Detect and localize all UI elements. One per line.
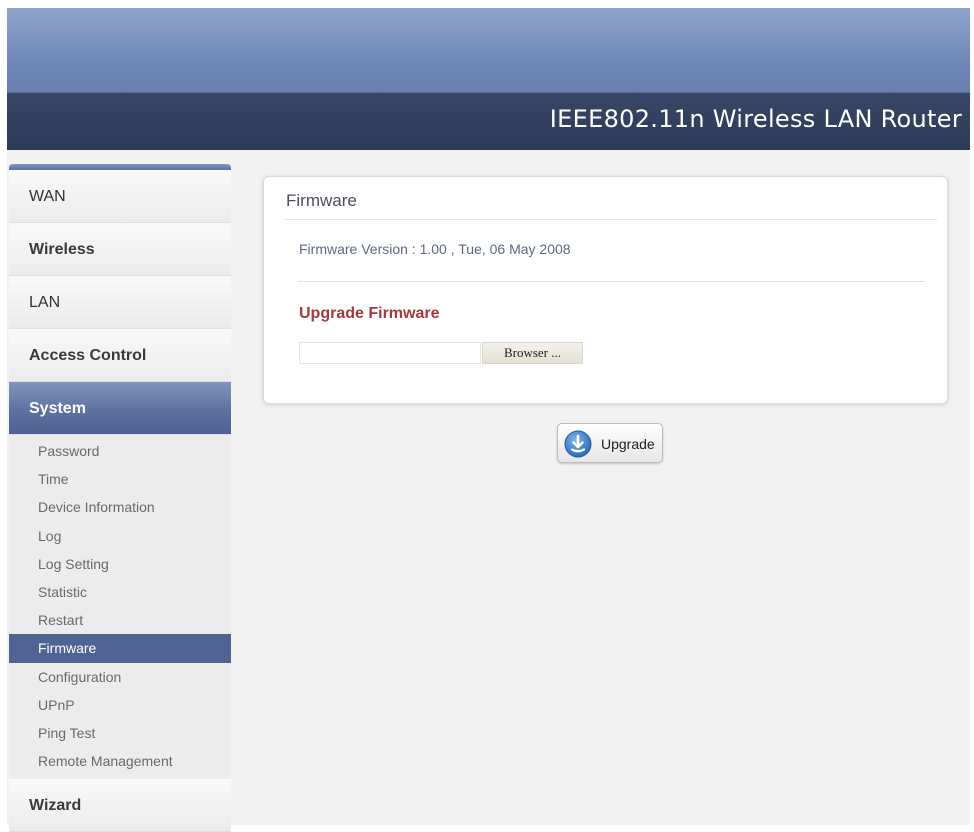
- submenu-item-log[interactable]: Log: [9, 522, 231, 550]
- submenu-item-remote-management[interactable]: Remote Management: [9, 747, 231, 775]
- download-arrow-icon: [564, 430, 592, 458]
- menu-item-wan[interactable]: WAN: [9, 170, 231, 223]
- divider: [298, 281, 925, 282]
- firmware-version-text: Firmware Version : 1.00 , Tue, 06 May 20…: [299, 241, 571, 257]
- menu-item-system[interactable]: System: [9, 382, 231, 435]
- upgrade-button-label: Upgrade: [601, 436, 655, 452]
- submenu-item-log-setting[interactable]: Log Setting: [9, 550, 231, 578]
- panel-title: Firmware: [286, 191, 357, 210]
- upgrade-firmware-heading: Upgrade Firmware: [299, 305, 440, 322]
- submenu-item-ping-test[interactable]: Ping Test: [9, 719, 231, 747]
- menu-item-wizard[interactable]: Wizard: [9, 779, 231, 832]
- submenu-item-upnp[interactable]: UPnP: [9, 691, 231, 719]
- divider: [284, 219, 937, 220]
- app-header: IEEE802.11n Wireless LAN Router: [7, 8, 970, 151]
- sidebar: WAN Wireless LAN Access Control System P…: [9, 164, 231, 832]
- submenu-item-device-information[interactable]: Device Information: [9, 493, 231, 521]
- browse-button[interactable]: Browser ...: [482, 342, 583, 364]
- upgrade-button[interactable]: Upgrade: [557, 423, 663, 463]
- firmware-panel: Firmware Firmware Version : 1.00 , Tue, …: [263, 176, 948, 404]
- menu-item-wireless[interactable]: Wireless: [9, 223, 231, 276]
- header-title-bar: IEEE802.11n Wireless LAN Router: [7, 92, 970, 151]
- submenu-item-configuration[interactable]: Configuration: [9, 663, 231, 691]
- submenu-item-time[interactable]: Time: [9, 465, 231, 493]
- submenu-item-restart[interactable]: Restart: [9, 606, 231, 634]
- submenu-item-statistic[interactable]: Statistic: [9, 578, 231, 606]
- firmware-file-input[interactable]: [299, 342, 481, 364]
- router-title: IEEE802.11n Wireless LAN Router: [549, 105, 962, 133]
- submenu-item-firmware[interactable]: Firmware: [9, 634, 231, 663]
- menu-item-access-control[interactable]: Access Control: [9, 329, 231, 382]
- menu-item-lan[interactable]: LAN: [9, 276, 231, 329]
- submenu-item-password[interactable]: Password: [9, 437, 231, 465]
- system-submenu: Password Time Device Information Log Log…: [9, 435, 231, 780]
